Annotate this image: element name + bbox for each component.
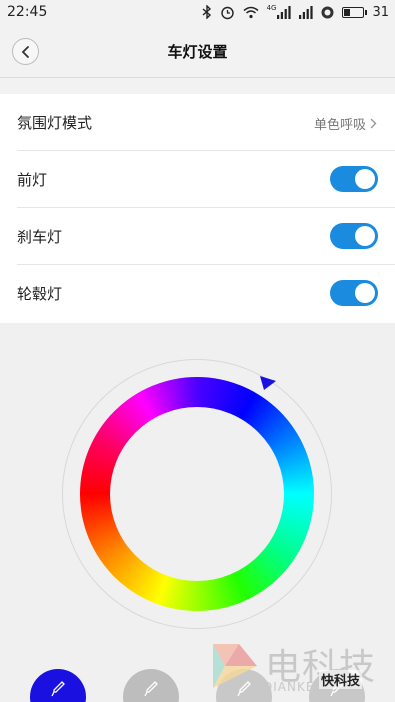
front-light-row: 前灯 [17,151,395,208]
page-title: 车灯设置 [167,43,228,61]
eyedropper-icon [144,681,158,697]
ambient-mode-row[interactable]: 氛围灯模式 单色呼吸 [17,94,395,151]
watermark-brand: 快科技 [319,670,363,689]
network-type-label: 4G [266,4,277,12]
alarm-icon [220,4,235,20]
color-wheel[interactable] [62,359,332,629]
battery-level: 31 [372,4,389,20]
status-time: 22:45 [7,4,48,20]
brake-light-row: 刹车灯 [17,208,395,265]
wifi-icon [243,4,259,20]
brake-light-toggle[interactable] [330,223,378,249]
watermark: 电科技 DIANKEJI.COM 快科技 [209,640,387,702]
color-wheel-center [110,407,284,581]
battery-fill [344,8,351,16]
status-icons: 4G 31 [202,4,389,20]
toggle-knob [355,226,375,246]
color-swatch-2[interactable] [123,669,179,702]
signal-icon: 4G [267,4,292,20]
front-light-toggle[interactable] [330,166,378,192]
status-bar: 22:45 4G 31 [0,0,395,26]
settings-list: 氛围灯模式 单色呼吸 前灯 刹车灯 轮毂灯 [0,94,395,323]
toggle-knob [355,169,375,189]
front-light-label: 前灯 [17,171,48,189]
color-swatch-1[interactable] [30,669,86,702]
watermark-logo-icon [213,644,257,688]
wheel-light-toggle[interactable] [330,280,378,306]
ambient-mode-value-group: 单色呼吸 [314,114,377,133]
bluetooth-icon [202,4,212,20]
chevron-right-icon [370,118,377,129]
app-notification-icon [321,4,334,20]
header: 车灯设置 [0,26,395,78]
color-pointer-icon[interactable] [258,373,278,393]
eyedropper-icon [51,681,65,697]
wheel-light-label: 轮毂灯 [17,285,63,303]
signal-icon [299,4,314,20]
battery-icon [342,4,368,20]
ambient-mode-value: 单色呼吸 [313,118,366,133]
brake-light-label: 刹车灯 [17,228,63,246]
toggle-knob [355,283,375,303]
wheel-light-row: 轮毂灯 [17,265,395,322]
ambient-mode-label: 氛围灯模式 [17,114,93,132]
